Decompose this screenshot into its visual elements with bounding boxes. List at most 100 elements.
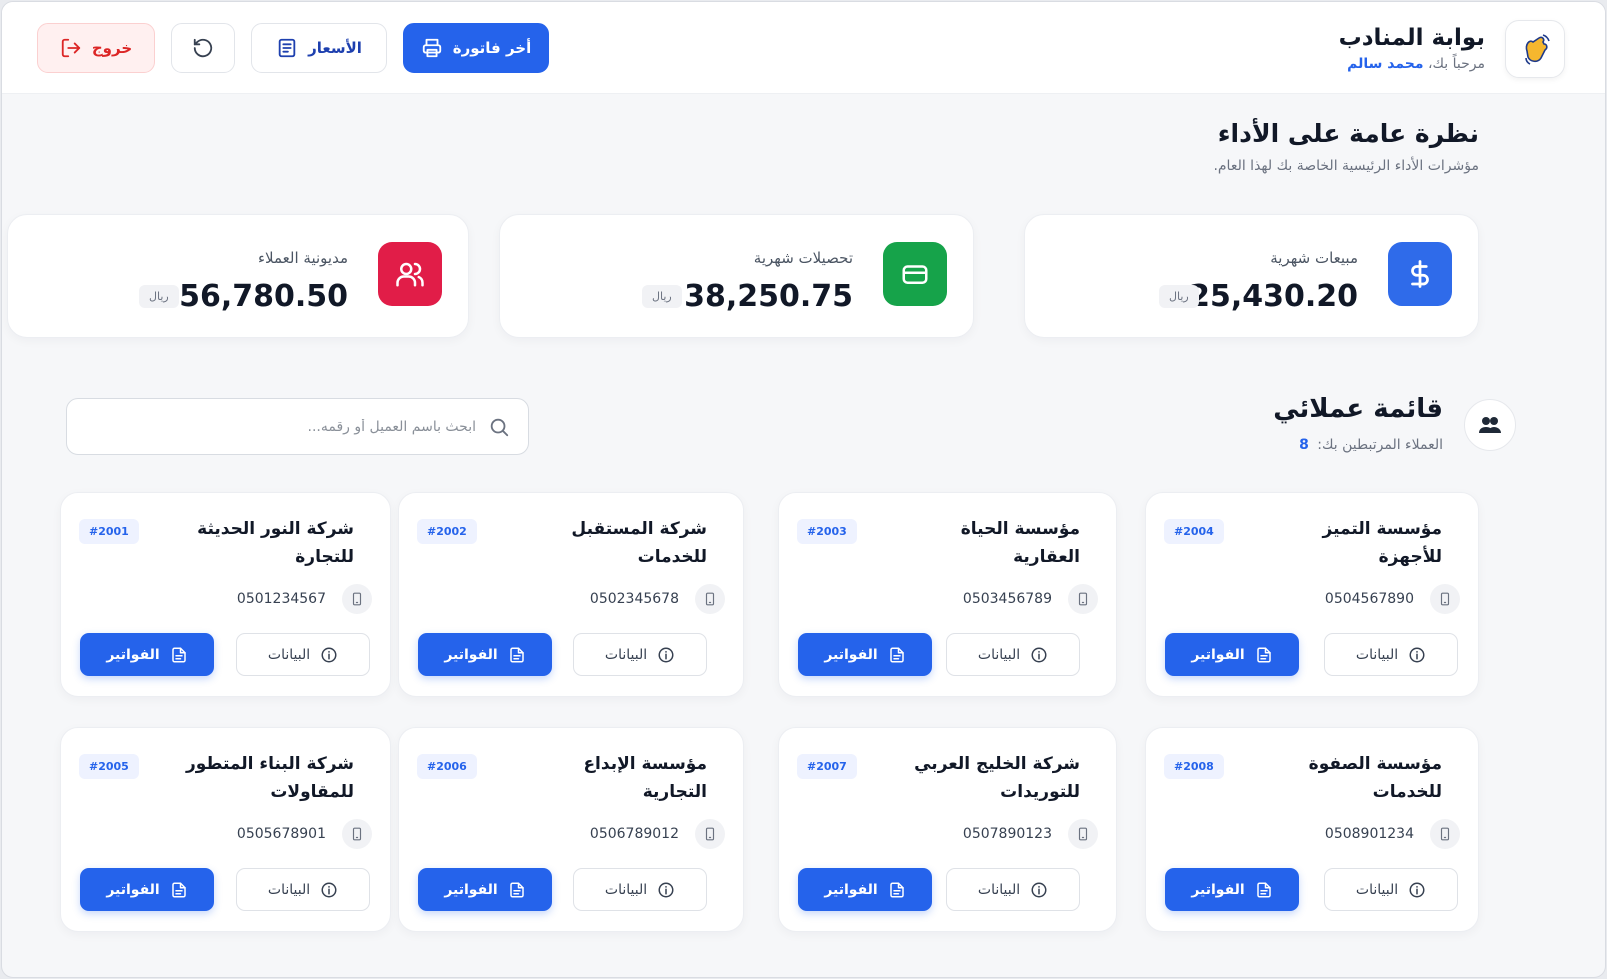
issue-invoice-button[interactable]: أخر فاتورة: [403, 23, 549, 73]
top-actions: أخر فاتورة الأسعار خروج: [37, 23, 549, 73]
client-invoices-button[interactable]: الفواتير: [80, 868, 214, 911]
client-invoices-button[interactable]: الفواتير: [798, 868, 932, 911]
client-info-button[interactable]: البيانات: [946, 868, 1080, 911]
info-icon: [657, 881, 675, 899]
info-label: البيانات: [977, 881, 1021, 898]
user-name: محمد سالم: [1347, 56, 1424, 72]
info-icon: [1030, 646, 1048, 664]
client-invoices-button[interactable]: الفواتير: [798, 633, 932, 676]
client-phone: 0507890123: [962, 826, 1052, 842]
client-info-button[interactable]: البيانات: [1324, 868, 1458, 911]
client-name: شركة المستقبل للخدمات: [571, 519, 707, 567]
portal-title: بوابة المنادب: [1338, 25, 1485, 51]
document-icon: [1255, 646, 1273, 664]
client-info-button[interactable]: البيانات: [236, 868, 370, 911]
client-card: شركة النور الحديثة للتجارة #2001 050123456…: [60, 492, 391, 697]
client-name: مؤسسة الإبداع التجارية: [583, 754, 707, 802]
invoices-label: الفواتير: [824, 881, 878, 898]
info-label: البيانات: [604, 646, 648, 663]
document-icon: [170, 646, 188, 664]
client-info-button[interactable]: البيانات: [236, 633, 370, 676]
document-icon: [170, 881, 188, 899]
stat-label: تحصيلات شهرية: [753, 249, 853, 267]
invoices-label: الفواتير: [1191, 646, 1245, 663]
stat-card-monthly-sales: مبيعات شهرية 25,430.20 ريال: [1024, 214, 1479, 338]
stat-value: 25,430.20: [1189, 279, 1358, 314]
refresh-icon: [193, 38, 213, 58]
greeting: مرحباً بك،: [1427, 56, 1485, 72]
client-id-badge: #2006: [417, 754, 477, 779]
stat-card-customer-debt: مديونية العملاء 56,780.50 ريال: [7, 214, 469, 338]
client-invoices-button[interactable]: الفواتير: [1165, 633, 1299, 676]
client-card: شركة المستقبل للخدمات #2002 0502345678 البي…: [398, 492, 744, 697]
client-info-button[interactable]: البيانات: [1324, 633, 1458, 676]
info-icon: [657, 646, 675, 664]
dollar-icon: [1388, 242, 1452, 306]
invoices-label: الفواتير: [106, 881, 160, 898]
client-phone-row: 0502345678: [590, 584, 725, 614]
invoices-label: الفواتير: [444, 881, 498, 898]
client-id-badge: #2004: [1164, 519, 1224, 544]
client-phone: 0501234567: [236, 591, 326, 607]
client-id-badge: #2001: [79, 519, 139, 544]
client-invoices-button[interactable]: الفواتير: [1165, 868, 1299, 911]
client-phone: 0505678901: [236, 826, 326, 842]
client-card: مؤسسة الحياة العقارية #2003 0503456789 البي…: [778, 492, 1117, 697]
client-info-button[interactable]: البيانات: [946, 633, 1080, 676]
client-invoices-button[interactable]: الفواتير: [418, 868, 552, 911]
client-id-badge: #2008: [1164, 754, 1224, 779]
phone-icon: [1068, 819, 1098, 849]
client-name: شركة النور الحديثة للتجارة: [197, 519, 354, 567]
clients-subtitle-label: العملاء المرتبطين بك:: [1317, 437, 1443, 453]
welcome-text: مرحباً بك، محمد سالم: [1339, 53, 1485, 75]
document-icon: [888, 881, 906, 899]
phone-icon: [342, 819, 372, 849]
client-search-input[interactable]: [96, 418, 476, 435]
refresh-button[interactable]: [171, 23, 235, 73]
phone-icon: [695, 584, 725, 614]
phone-icon: [1068, 584, 1098, 614]
clients-count: 8: [1299, 437, 1309, 453]
document-icon: [1255, 881, 1273, 899]
client-name: شركة الخليج العربي للتوريدات: [914, 754, 1080, 802]
stat-value: 38,250.75: [684, 279, 853, 314]
client-invoices-button[interactable]: الفواتير: [418, 633, 552, 676]
client-phone-row: 0504567890: [1325, 584, 1460, 614]
clients-title: قائمة عملائي: [1273, 394, 1443, 424]
clients-subtitle: العملاء المرتبطين بك: 8: [1299, 437, 1443, 453]
prices-button[interactable]: الأسعار: [251, 23, 387, 73]
phone-icon: [342, 584, 372, 614]
group-icon: [1464, 399, 1516, 451]
document-icon: [888, 646, 906, 664]
client-id-badge: #2002: [417, 519, 477, 544]
stat-card-monthly-collections: تحصيلات شهرية 38,250.75 ريال: [499, 214, 974, 338]
client-phone-row: 0501234567: [237, 584, 372, 614]
client-search: [66, 398, 529, 455]
price-list-icon: [278, 38, 296, 58]
client-invoices-button[interactable]: الفواتير: [80, 633, 214, 676]
logout-button[interactable]: خروج: [37, 23, 155, 73]
info-icon: [1408, 646, 1426, 664]
client-name: مؤسسة الحياة العقارية: [960, 519, 1080, 567]
info-label: البيانات: [267, 881, 311, 898]
info-icon: [320, 881, 338, 899]
phone-icon: [1430, 584, 1460, 614]
client-phone-row: 0507890123: [963, 819, 1098, 849]
client-phone: 0506789012: [589, 826, 679, 842]
client-id-badge: #2003: [797, 519, 857, 544]
client-phone-row: 0505678901: [237, 819, 372, 849]
document-icon: [508, 646, 526, 664]
info-icon: [320, 646, 338, 664]
client-info-button[interactable]: البيانات: [573, 633, 707, 676]
info-label: البيانات: [1355, 646, 1399, 663]
client-phone-row: 0508901234: [1325, 819, 1460, 849]
top-bar: بوابة المنادب مرحباً بك، محمد سالم أخر ف…: [2, 2, 1605, 94]
wallet-icon: [883, 242, 947, 306]
search-icon: [490, 418, 509, 436]
client-name: مؤسسة التميز للأجهزة: [1322, 519, 1443, 567]
client-card: شركة الخليج العربي للتوريدات #2007 0507890…: [778, 727, 1117, 932]
printer-icon: [422, 38, 441, 58]
client-name: مؤسسة الصفوة للخدمات: [1308, 754, 1442, 802]
invoices-label: الفواتير: [444, 646, 498, 663]
client-info-button[interactable]: البيانات: [573, 868, 707, 911]
